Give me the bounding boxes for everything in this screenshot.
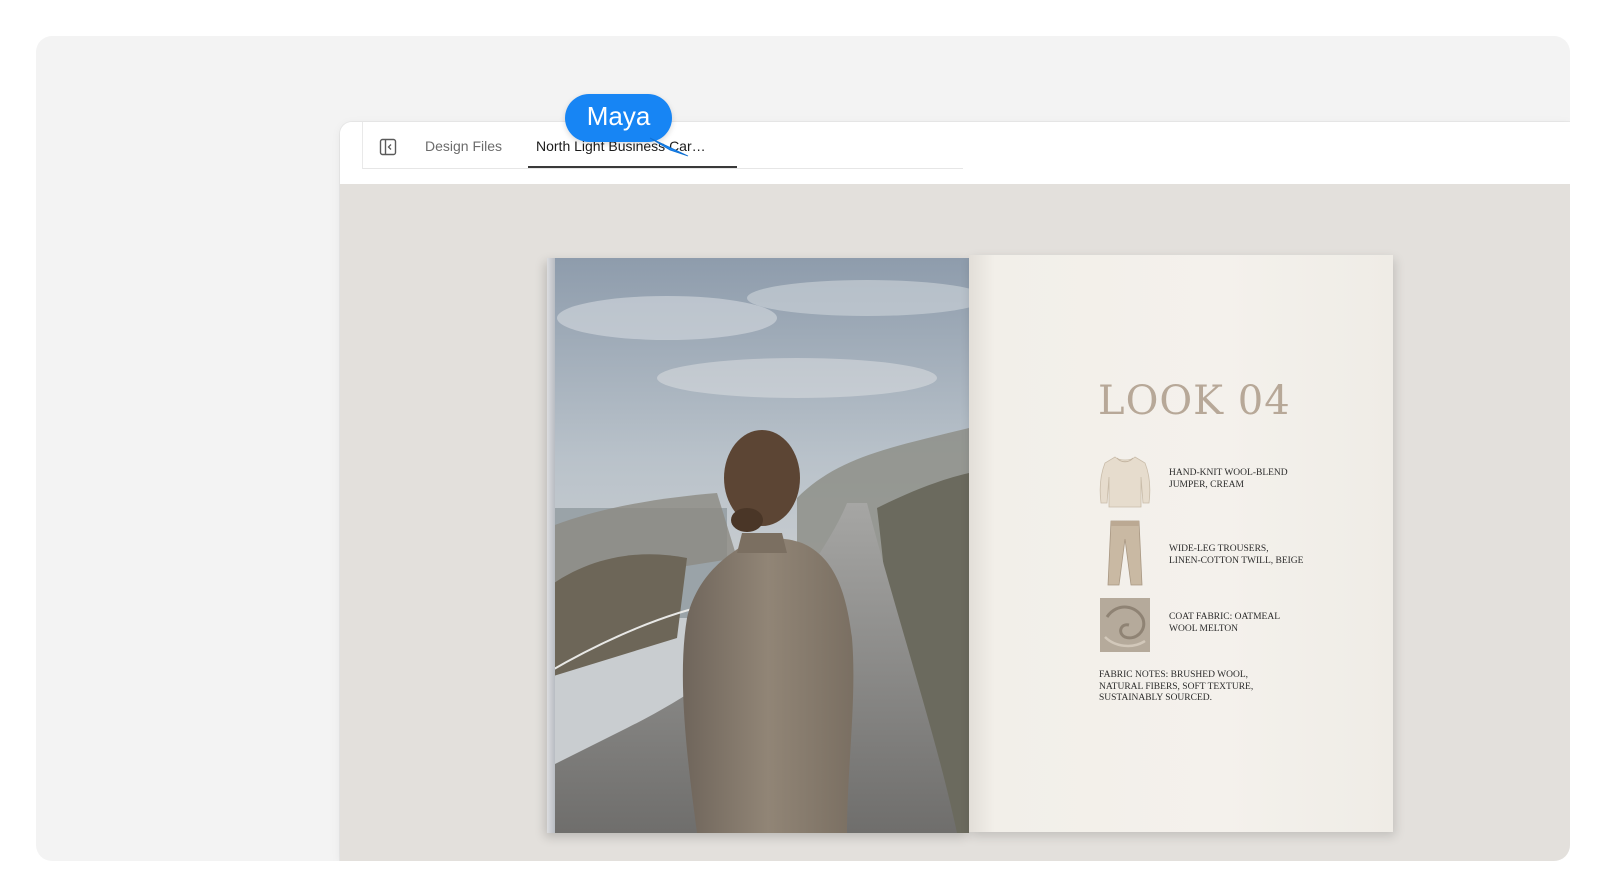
- left-page-photo: [547, 258, 969, 833]
- app-background: Design Files North Light Business Car… L…: [36, 36, 1570, 861]
- design-canvas[interactable]: LOOK 04 HAND-KNIT WOOL-BLEND JUMPER, CRE…: [340, 184, 1570, 861]
- woman-on-coastal-road-photo: [547, 258, 969, 833]
- right-page-lookbook: LOOK 04 HAND-KNIT WOOL-BLEND JUMPER, CRE…: [969, 255, 1393, 832]
- fabric-notes: FABRIC NOTES: BRUSHED WOOL, NATURAL FIBE…: [1099, 670, 1254, 703]
- collaborator-cursor-icon: [648, 136, 690, 165]
- app-window: Design Files North Light Business Car… L…: [340, 122, 1570, 861]
- tab-design-files[interactable]: Design Files: [425, 138, 502, 154]
- trousers-icon: [1099, 519, 1151, 587]
- item-caption: WIDE-LEG TROUSERS, LINEN-COTTON TWILL, B…: [1169, 544, 1304, 566]
- jumper-icon: [1099, 453, 1151, 509]
- tab-bar: Design Files North Light Business Car…: [340, 122, 1570, 184]
- collaborator-cursor-label: Maya: [565, 94, 672, 142]
- active-tab-indicator: [528, 166, 737, 168]
- page-edge: [547, 258, 555, 833]
- magazine-spread: LOOK 04 HAND-KNIT WOOL-BLEND JUMPER, CRE…: [547, 255, 1395, 833]
- fabric-swatch-icon: [1099, 597, 1151, 653]
- item-caption: HAND-KNIT WOOL-BLEND JUMPER, CREAM: [1169, 468, 1288, 490]
- item-caption: COAT FABRIC: OATMEAL WOOL MELTON: [1169, 612, 1281, 634]
- sidebar-toggle-icon[interactable]: [379, 138, 397, 156]
- look-title: LOOK 04: [1098, 378, 1291, 424]
